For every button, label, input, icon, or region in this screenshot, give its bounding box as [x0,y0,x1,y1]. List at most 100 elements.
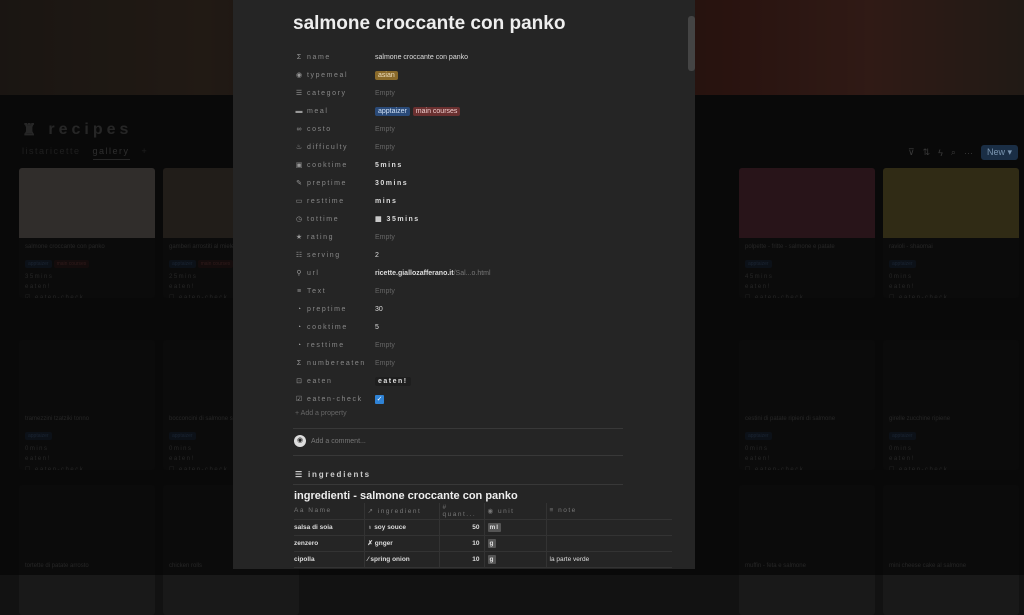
property-value[interactable]: 2 [375,252,379,259]
ingredient-cell[interactable]: ♁ soy souce [363,519,439,536]
property-label[interactable]: ♨ difficulty [295,143,375,152]
property-row[interactable]: ◔ resttime Empty [295,336,625,354]
name-cell[interactable]: zenzero [294,535,364,552]
more-icon[interactable]: ··· [964,148,973,158]
property-value[interactable]: asian [375,70,401,80]
unit-cell[interactable]: g [483,535,546,552]
property-value[interactable]: ricette.giallozafferano.it/Sal...o.html [375,270,491,277]
inline-database-title[interactable]: ingredienti - salmone croccante con pank… [294,490,518,502]
property-label[interactable]: ▭ resttime [295,197,375,206]
property-label[interactable]: ◉ typemeal [295,71,375,80]
property-label[interactable]: Σname [295,54,375,61]
property-label[interactable]: ✎ preptime [295,179,375,188]
note-cell[interactable] [545,535,672,552]
quantity-cell[interactable]: 10 [438,535,484,552]
property-row[interactable]: Σnumbereaten Empty [295,354,625,372]
property-row[interactable]: ☰ category Empty [295,84,625,102]
property-value[interactable]: salmone croccante con panko [375,54,468,61]
property-row[interactable]: ◔ preptime 30 [295,300,625,318]
property-label[interactable]: ◔ preptime [295,306,375,313]
quantity-cell[interactable]: 50 [438,519,484,536]
property-value[interactable]: apptaizer main courses [375,106,463,116]
property-row[interactable]: ◔ cooktime 5 [295,318,625,336]
property-value[interactable]: 30 [375,306,383,313]
property-value[interactable]: ✓ [375,394,384,404]
property-value[interactable]: 5 [375,324,379,331]
property-value[interactable]: Empty [375,360,395,367]
ingredient-cell[interactable]: ⁄ spring onion [363,551,439,568]
property-label[interactable]: ≡ Text [295,288,375,295]
property-row[interactable]: ≡ Text Empty [295,282,625,300]
scrollbar[interactable] [688,16,695,71]
name-cell[interactable]: cipolla [294,551,364,568]
avatar: ◉ [294,435,306,447]
property-label[interactable]: Σnumbereaten [295,360,375,367]
property-label[interactable]: ◷ tottime [295,215,375,224]
search-icon[interactable]: ⌕ [951,147,956,158]
property-row[interactable]: ▣ cooktime 5mins [295,156,625,174]
property-row[interactable]: ◉ typemeal asian [295,66,625,84]
add-property-button[interactable]: + Add a property [295,410,625,417]
property-label[interactable]: ▣ cooktime [295,161,375,170]
property-value[interactable]: Empty [375,234,395,241]
new-button[interactable]: New ▾ [980,145,1018,160]
unit-cell[interactable]: g [483,551,546,568]
sort-icon[interactable]: ⇅ [923,147,931,158]
property-row[interactable]: ▬ meal apptaizer main courses [295,102,625,120]
property-label[interactable]: ☑ eaten-check [295,395,375,404]
column-header[interactable]: Aa Name [294,503,364,520]
column-header[interactable]: ≡ note [545,503,672,520]
property-value[interactable]: ▦ 35mins [375,215,420,223]
lightning-icon[interactable]: ϟ [938,148,943,158]
property-label[interactable]: ⊡ eaten [295,377,375,386]
column-header[interactable]: # quant... [438,503,484,520]
property-row[interactable]: ▭ resttime mins [295,192,625,210]
property-label[interactable]: ▬ meal [295,108,375,115]
property-value[interactable]: Empty [375,90,395,97]
property-label[interactable]: ⚲ url [295,269,375,278]
property-row[interactable]: Σname salmone croccante con panko [295,48,625,66]
property-label[interactable]: ★ rating [295,233,375,242]
table-row[interactable]: cipolla ⁄ spring onion 10 g la parte verde [294,551,672,568]
property-row[interactable]: ★ rating Empty [295,228,625,246]
ingredient-link[interactable]: spring onion [370,556,409,563]
property-value[interactable]: Empty [375,342,395,349]
property-value[interactable]: Empty [375,126,395,133]
ingredient-link[interactable]: soy souce [374,524,406,531]
property-row[interactable]: ☑ eaten-check ✓ [295,390,625,408]
unit-cell[interactable]: ml [483,519,546,536]
property-value[interactable]: Empty [375,144,395,151]
property-row[interactable]: ☷ serving 2 [295,246,625,264]
name-cell[interactable]: salsa di soia [294,519,364,536]
column-header[interactable]: ↗ ingredient [363,503,439,520]
quantity-cell[interactable]: 10 [438,551,484,568]
property-label[interactable]: ◔ resttime [295,342,375,349]
ingredient-link[interactable]: gnger [375,540,393,547]
property-row[interactable]: ✎ preptime 30mins [295,174,625,192]
property-label[interactable]: ☰ category [295,89,375,98]
eaten-button[interactable]: eaten! [375,376,411,386]
property-value[interactable]: mins [375,198,397,205]
property-row[interactable]: ⊡ eaten eaten! [295,372,625,390]
page-title[interactable]: salmone croccante con panko [293,13,565,35]
property-value[interactable]: Empty [375,288,395,295]
note-cell[interactable] [545,519,672,536]
property-value[interactable]: 5mins [375,162,403,169]
property-row[interactable]: ♨ difficulty Empty [295,138,625,156]
property-value[interactable]: 30mins [375,180,408,187]
checkbox[interactable]: ✓ [375,394,384,404]
column-header[interactable]: ◉ unit [483,503,546,520]
property-value[interactable]: eaten! [375,376,411,386]
comment-input[interactable]: ◉ Add a comment... [294,435,366,447]
property-label[interactable]: ☷ serving [295,251,375,260]
note-cell[interactable]: la parte verde [545,551,672,568]
table-row[interactable]: salsa di soia ♁ soy souce 50 ml [294,519,672,536]
property-row[interactable]: ∞ costo Empty [295,120,625,138]
property-label[interactable]: ◔ cooktime [295,324,375,331]
table-row[interactable]: zenzero ✗ gnger 10 g [294,535,672,552]
property-label[interactable]: ∞ costo [295,126,375,133]
property-row[interactable]: ⚲ url ricette.giallozafferano.it/Sal...o.h… [295,264,625,282]
property-row[interactable]: ◷ tottime ▦ 35mins [295,210,625,228]
ingredient-cell[interactable]: ✗ gnger [363,535,439,552]
filter-icon[interactable]: ⊽ [908,147,915,158]
